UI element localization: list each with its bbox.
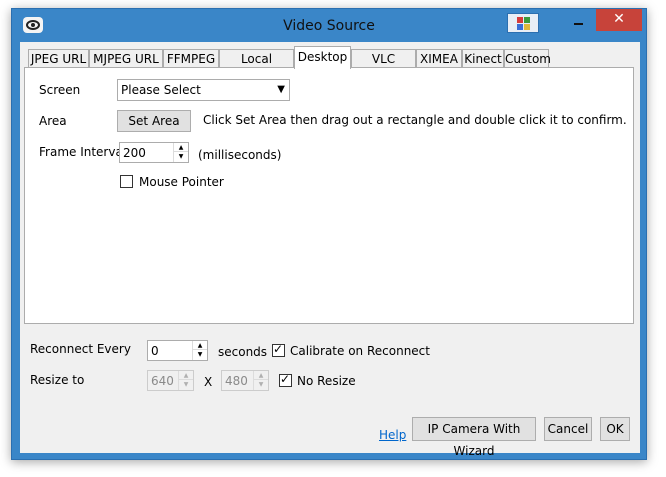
tab-kinect[interactable]: Kinect	[462, 49, 504, 68]
resize-height-stepper[interactable]: 480 ▲ ▼	[221, 370, 269, 391]
video-source-window: Video Source ✕ JPEG URL MJPEG URL FFMPEG…	[11, 8, 647, 460]
close-icon: ✕	[613, 11, 625, 27]
qa-blue-square	[517, 24, 523, 30]
reconnect-value: 0	[151, 344, 159, 358]
stepper-up-icon[interactable]: ▲	[254, 371, 268, 380]
reconnect-stepper[interactable]: 0 ▲ ▼	[147, 340, 208, 361]
tab-ximea[interactable]: XIMEA	[416, 49, 462, 68]
stepper-up-icon[interactable]: ▲	[174, 143, 188, 152]
resize-width-value: 640	[151, 374, 174, 388]
close-button[interactable]: ✕	[596, 9, 642, 31]
mouse-pointer-label[interactable]: Mouse Pointer	[139, 175, 224, 189]
screen-label: Screen	[39, 83, 81, 97]
ok-button[interactable]: OK	[600, 417, 630, 441]
qa-yellow-square	[524, 24, 530, 30]
resize-height-value: 480	[225, 374, 248, 388]
tab-mjpeg-url[interactable]: MJPEG URL	[89, 49, 163, 68]
desktop-tab-panel: Screen Please Select ▼ Area Set Area Cli…	[24, 67, 634, 324]
qa-green-square	[524, 17, 530, 23]
stepper-down-icon[interactable]: ▼	[174, 152, 188, 161]
tab-desktop[interactable]: Desktop	[294, 46, 351, 69]
tab-local-device[interactable]: Local Device	[219, 49, 294, 84]
reconnect-label: Reconnect Every	[30, 342, 131, 356]
screen-select-value: Please Select	[121, 83, 201, 97]
tab-jpeg-url[interactable]: JPEG URL	[28, 49, 89, 68]
screen-select[interactable]: Please Select ▼	[117, 79, 290, 101]
title-bar[interactable]: Video Source ✕	[12, 9, 646, 42]
resize-x-label: X	[204, 375, 213, 389]
frame-interval-value: 200	[123, 146, 146, 160]
frame-interval-stepper[interactable]: 200 ▲ ▼	[119, 142, 189, 163]
tab-vlc-plugin[interactable]: VLC Plugin	[351, 49, 416, 84]
checkmark-icon: ✓	[273, 342, 284, 356]
set-area-button[interactable]: Set Area	[117, 110, 191, 132]
resize-width-stepper[interactable]: 640 ▲ ▼	[147, 370, 194, 391]
stepper-arrows: ▲ ▼	[192, 341, 207, 360]
maximize-button[interactable]	[568, 9, 595, 31]
calibrate-checkbox[interactable]: ✓	[272, 342, 285, 357]
window-title: Video Source	[283, 18, 375, 34]
no-resize-checkbox[interactable]: ✓	[279, 372, 292, 387]
stepper-up-icon[interactable]: ▲	[179, 371, 193, 380]
tab-ffmpeg[interactable]: FFMPEG	[163, 49, 219, 68]
stepper-down-icon[interactable]: ▼	[254, 380, 268, 389]
resize-label: Resize to	[30, 373, 85, 387]
frame-interval-unit: (milliseconds)	[198, 148, 282, 162]
chevron-down-icon: ▼	[277, 84, 285, 95]
ip-camera-wizard-button[interactable]: IP Camera With Wizard	[412, 417, 536, 458]
stepper-down-icon[interactable]: ▼	[193, 350, 207, 359]
dialog-client-area: JPEG URL MJPEG URL FFMPEG Local Device D…	[20, 42, 640, 458]
tab-custom[interactable]: Custom	[504, 49, 551, 68]
mouse-pointer-checkbox[interactable]	[120, 175, 133, 188]
quick-access-icon[interactable]	[507, 13, 539, 33]
stepper-arrows: ▲ ▼	[173, 143, 188, 162]
no-resize-label[interactable]: No Resize	[297, 374, 356, 388]
calibrate-label[interactable]: Calibrate on Reconnect	[290, 344, 430, 358]
stepper-arrows: ▲ ▼	[178, 371, 193, 390]
stepper-arrows: ▲ ▼	[253, 371, 268, 390]
reconnect-unit: seconds	[218, 345, 268, 359]
help-link[interactable]: Help	[379, 428, 406, 442]
frame-interval-label: Frame Interval	[39, 145, 127, 159]
area-label: Area	[39, 114, 67, 128]
stepper-up-icon[interactable]: ▲	[193, 341, 207, 350]
area-hint-text: Click Set Area then drag out a rectangle…	[203, 113, 627, 127]
checkmark-icon: ✓	[280, 372, 291, 386]
stepper-down-icon[interactable]: ▼	[179, 380, 193, 389]
cancel-button[interactable]: Cancel	[544, 417, 592, 441]
qa-red-square	[517, 17, 523, 23]
